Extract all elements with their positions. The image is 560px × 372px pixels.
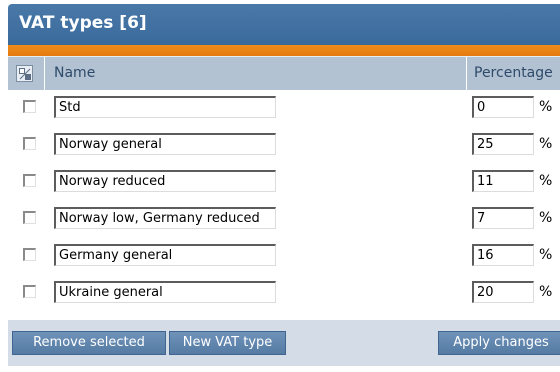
- panel-title-bar: VAT types [6]: [8, 4, 560, 45]
- vat-name-input[interactable]: [54, 281, 276, 303]
- table-row: %: [8, 238, 560, 275]
- vat-name-input[interactable]: [54, 244, 276, 266]
- table-row: %: [8, 90, 560, 127]
- vat-percentage-input[interactable]: [472, 133, 534, 155]
- toggle-selection-icon[interactable]: [16, 65, 33, 82]
- vat-percentage-input[interactable]: [472, 96, 534, 118]
- row-select-checkbox[interactable]: [23, 100, 36, 113]
- new-vat-type-button[interactable]: New VAT type: [169, 331, 286, 355]
- column-separator: [44, 57, 45, 90]
- percent-sign: %: [539, 136, 553, 152]
- row-select-checkbox[interactable]: [23, 248, 36, 261]
- accent-strip: [8, 45, 560, 56]
- row-select-checkbox[interactable]: [23, 211, 36, 224]
- table-row: %: [8, 127, 560, 164]
- table-row: %: [8, 201, 560, 238]
- vat-percentage-input[interactable]: [472, 207, 534, 229]
- vat-type-list: % % % % % %: [8, 90, 560, 312]
- vat-percentage-input[interactable]: [472, 244, 534, 266]
- vat-percentage-input[interactable]: [472, 281, 534, 303]
- vat-name-input[interactable]: [54, 96, 276, 118]
- percent-sign: %: [539, 284, 553, 300]
- table-row: %: [8, 164, 560, 201]
- action-bar: Remove selected New VAT type Apply chang…: [8, 320, 560, 366]
- percent-sign: %: [539, 210, 553, 226]
- apply-changes-button[interactable]: Apply changes: [438, 331, 560, 355]
- column-separator: [466, 57, 467, 90]
- percent-sign: %: [539, 247, 553, 263]
- row-select-checkbox[interactable]: [23, 285, 36, 298]
- vat-types-panel: VAT types [6] Name Percentage % %: [8, 4, 560, 366]
- remove-selected-button[interactable]: Remove selected: [12, 331, 166, 355]
- column-header-name: Name: [54, 65, 96, 81]
- vat-percentage-input[interactable]: [472, 170, 534, 192]
- percent-sign: %: [539, 99, 553, 115]
- row-select-checkbox[interactable]: [23, 137, 36, 150]
- vat-name-input[interactable]: [54, 170, 276, 192]
- row-select-checkbox[interactable]: [23, 174, 36, 187]
- column-header-percentage: Percentage: [474, 65, 553, 81]
- vat-name-input[interactable]: [54, 207, 276, 229]
- percent-sign: %: [539, 173, 553, 189]
- table-row: %: [8, 275, 560, 312]
- vat-name-input[interactable]: [54, 133, 276, 155]
- panel-title: VAT types [6]: [19, 13, 147, 33]
- table-header: Name Percentage: [8, 56, 560, 90]
